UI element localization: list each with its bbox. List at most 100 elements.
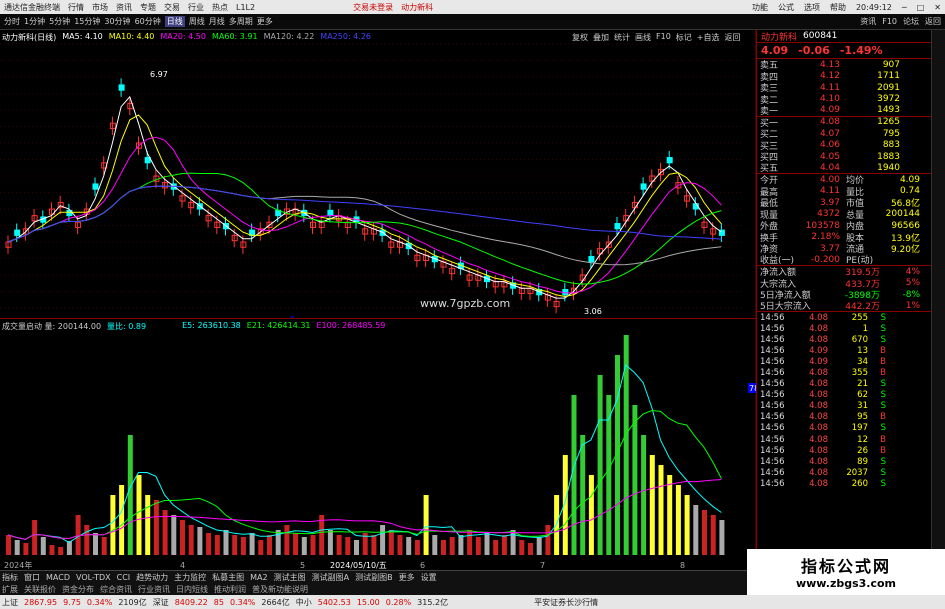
maximize-icon[interactable]: □ <box>917 3 925 12</box>
volume-bar <box>484 533 490 555</box>
zx-label[interactable]: 中小 <box>296 597 312 608</box>
period-multi[interactable]: 多周期 <box>229 16 253 27</box>
menu-hot[interactable]: 热点 <box>212 2 228 13</box>
sh-label[interactable]: 上证 <box>2 597 18 608</box>
menu-l1l2[interactable]: L1L2 <box>236 3 255 12</box>
menu-formula[interactable]: 公式 <box>778 2 794 13</box>
tick-price: 4.08 <box>809 478 828 489</box>
menu-industry[interactable]: 行业 <box>188 2 204 13</box>
order-volume: 907 <box>882 59 900 70</box>
tick-price: 4.08 <box>809 312 828 323</box>
period-30min[interactable]: 30分钟 <box>104 16 130 27</box>
indicator-tab[interactable]: 窗口 <box>24 572 40 583</box>
candle <box>588 256 595 263</box>
period-tick[interactable]: 分时 <box>4 16 20 27</box>
tick-row[interactable]: 14:56 4.08 197 S <box>757 423 931 434</box>
tick-row[interactable]: 14:56 4.08 670 S <box>757 334 931 345</box>
extension-tab[interactable]: 普及新功能说明 <box>252 584 308 595</box>
extension-tab[interactable]: 关联报价 <box>24 584 56 595</box>
extension-tab[interactable]: 资金分布 <box>62 584 94 595</box>
tab-news[interactable]: 资讯 <box>860 16 876 27</box>
flow-row: 5日大宗流入 442.2万 1% <box>757 301 931 312</box>
period-60min[interactable]: 60分钟 <box>135 16 161 27</box>
menu-trade[interactable]: 交易 <box>164 2 180 13</box>
extension-tab[interactable]: 综合资讯 <box>100 584 132 595</box>
tab-back[interactable]: 返回 <box>925 16 941 27</box>
tick-volume: 21 <box>857 379 868 390</box>
tick-row[interactable]: 14:56 4.08 2037 S <box>757 467 931 478</box>
side-scrollbar[interactable] <box>931 30 945 595</box>
period-day[interactable]: 日线 <box>164 16 185 27</box>
tick-row[interactable]: 14:56 4.08 21 S <box>757 379 931 390</box>
extension-tab[interactable]: 日内短线 <box>176 584 208 595</box>
indicator-tab[interactable]: 指标 <box>2 572 18 583</box>
indicator-tab[interactable]: 测试副图A <box>312 572 349 583</box>
indicator-tab[interactable]: 更多 <box>399 572 415 583</box>
volume-bar <box>641 435 647 555</box>
volume-chart[interactable]: 成交量启动 量: 200144.00 量比: 0.89 E5: 263610.3… <box>0 318 756 571</box>
period-month[interactable]: 月线 <box>209 16 225 27</box>
menu-market[interactable]: 市场 <box>92 2 108 13</box>
indicator-tab[interactable]: 测试副图B <box>355 572 393 583</box>
period-1min[interactable]: 1分钟 <box>24 16 45 27</box>
indicator-tab[interactable]: 设置 <box>421 572 437 583</box>
sz-label[interactable]: 深证 <box>153 597 169 608</box>
kline-chart[interactable]: 动力新科(日线) MA5: 4.10 MA10: 4.40 MA20: 4.50… <box>0 30 756 318</box>
extension-tab[interactable]: 扩展 <box>2 584 18 595</box>
ma10-line <box>7 114 722 298</box>
tick-row[interactable]: 14:56 4.08 260 S <box>757 478 931 489</box>
tick-price: 4.08 <box>809 423 828 434</box>
tick-row[interactable]: 14:56 4.08 1 S <box>757 323 931 334</box>
candle <box>327 209 334 217</box>
login-status[interactable]: 交易未登录 <box>353 2 393 13</box>
close-icon[interactable]: ✕ <box>934 3 941 12</box>
period-week[interactable]: 周线 <box>189 16 205 27</box>
tick-list[interactable]: 14:56 4.08 255 S 14:56 4.08 1 S 14:56 4.08 670 S 14:… <box>757 312 931 490</box>
date-label: 7 <box>540 561 545 570</box>
minimize-icon[interactable]: ─ <box>902 3 907 12</box>
tab-f10[interactable]: F10 <box>882 17 897 26</box>
volume-bar <box>171 515 177 555</box>
menu-quotes[interactable]: 行情 <box>68 2 84 13</box>
tick-row[interactable]: 14:56 4.08 95 B <box>757 412 931 423</box>
menu-help[interactable]: 帮助 <box>830 2 846 13</box>
tick-row[interactable]: 14:56 4.08 89 S <box>757 456 931 467</box>
tick-volume: 13 <box>857 345 868 356</box>
indicator-tab[interactable]: CCI <box>117 573 131 582</box>
menu-options[interactable]: 选项 <box>804 2 820 13</box>
menu-topics[interactable]: 专题 <box>140 2 156 13</box>
indicator-tab[interactable]: 趋势动力 <box>136 572 168 583</box>
indicator-tab[interactable]: VOL-TDX <box>76 573 111 582</box>
brand-label: 动力新科 <box>401 2 434 12</box>
sz-index: 8409.22 <box>174 597 208 607</box>
menu-news[interactable]: 资讯 <box>116 2 132 13</box>
stat-value: 56.8亿 <box>890 199 920 210</box>
period-15min[interactable]: 15分钟 <box>74 16 100 27</box>
tick-row[interactable]: 14:56 4.08 31 S <box>757 401 931 412</box>
period-more[interactable]: 更多 <box>257 16 273 27</box>
volume-bar <box>414 540 420 555</box>
tick-row[interactable]: 14:56 4.08 26 B <box>757 445 931 456</box>
tick-row[interactable]: 14:56 4.08 62 S <box>757 390 931 401</box>
extension-tab[interactable]: 推动利润 <box>214 584 246 595</box>
tick-row[interactable]: 14:56 4.08 255 S <box>757 312 931 323</box>
quote-panel: 动力新科 600841 4.09 -0.06 -1.49% 卖五 4.13 907 卖… <box>756 30 931 595</box>
menu-function[interactable]: 功能 <box>752 2 768 13</box>
date-label: 2024年 <box>4 560 32 570</box>
indicator-tab[interactable]: MACD <box>46 573 70 582</box>
period-5min[interactable]: 5分钟 <box>49 16 70 27</box>
tick-row[interactable]: 14:56 4.08 355 B <box>757 367 931 378</box>
tick-volume: 2037 <box>846 467 868 478</box>
order-volume: 1883 <box>877 151 900 162</box>
tick-row[interactable]: 14:56 4.08 12 B <box>757 434 931 445</box>
candle <box>144 157 151 164</box>
indicator-tab[interactable]: 私募主图 <box>212 572 244 583</box>
tick-row[interactable]: 14:56 4.09 13 B <box>757 345 931 356</box>
tick-time: 14:56 <box>760 356 785 367</box>
indicator-tab[interactable]: MA2 <box>250 573 267 582</box>
tick-row[interactable]: 14:56 4.09 34 B <box>757 356 931 367</box>
tab-forum[interactable]: 论坛 <box>903 16 919 27</box>
indicator-tab[interactable]: 主力监控 <box>174 572 206 583</box>
extension-tab[interactable]: 行业资讯 <box>138 584 170 595</box>
indicator-tab[interactable]: 测试主图 <box>274 572 306 583</box>
